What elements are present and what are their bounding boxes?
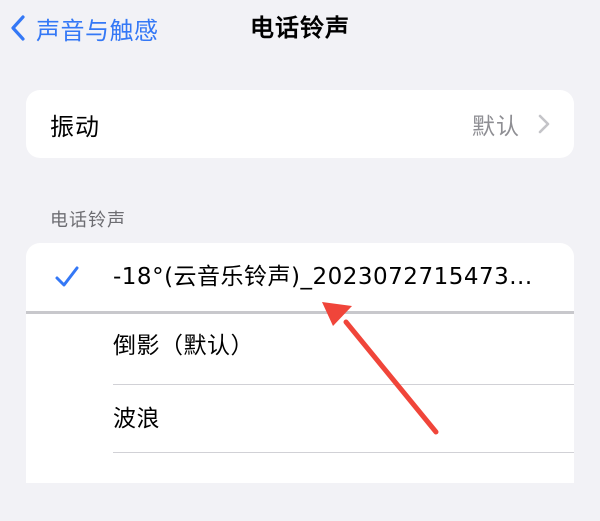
page-title: 电话铃声	[250, 14, 350, 42]
chevron-right-icon	[538, 114, 550, 134]
vibration-card: 振动 默认	[26, 90, 574, 158]
checkmark-icon	[55, 266, 79, 287]
ringtone-item[interactable]	[26, 453, 574, 521]
ringtone-list: -18°(云音乐铃声)_2023072715473... 倒影（默认） 波浪	[26, 243, 574, 483]
navigation-bar: 声音与触感 电话铃声	[0, 0, 600, 56]
vibration-value: 默认	[472, 114, 520, 140]
ringtone-item[interactable]: 波浪	[26, 385, 574, 453]
ringtone-item-selected[interactable]: -18°(云音乐铃声)_2023072715473...	[26, 243, 574, 311]
ringtone-label: 波浪	[113, 406, 160, 432]
ringtone-section-header: 电话铃声	[50, 210, 126, 231]
ringtone-item[interactable]: 倒影（默认）	[26, 312, 574, 380]
vibration-row[interactable]: 振动 默认	[26, 90, 574, 158]
ringtone-label: -18°(云音乐铃声)_2023072715473...	[113, 264, 533, 290]
vibration-label: 振动	[50, 112, 100, 141]
ringtone-label: 倒影（默认）	[113, 333, 254, 359]
